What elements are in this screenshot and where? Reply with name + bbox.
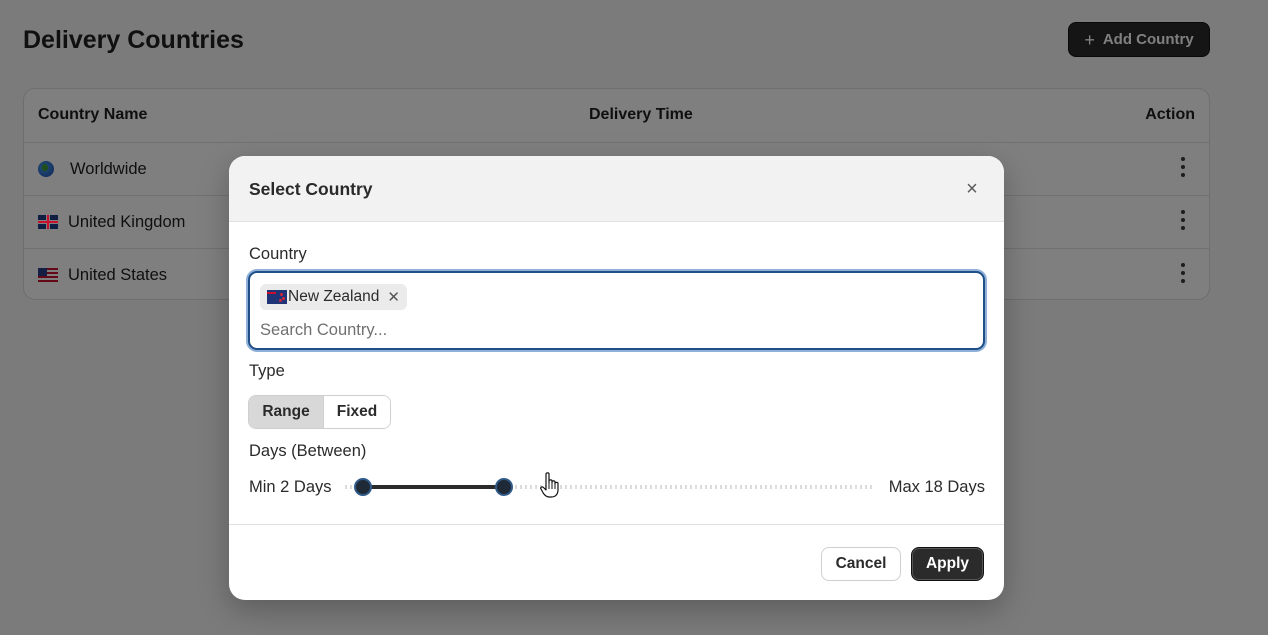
type-option-fixed[interactable]: Fixed — [324, 396, 390, 428]
cancel-button[interactable]: Cancel — [821, 547, 901, 581]
country-label: Country — [249, 245, 307, 263]
modal-footer: Cancel Apply — [229, 524, 1004, 600]
close-icon[interactable]: × — [963, 179, 981, 199]
modal-header: Select Country × — [229, 156, 1004, 222]
range-min-label: Min 2 Days — [249, 478, 332, 496]
type-option-range[interactable]: Range — [249, 396, 324, 428]
nz-flag-icon — [267, 290, 287, 304]
slider-fill — [362, 485, 504, 489]
slider-min-handle[interactable] — [353, 478, 372, 496]
hand-cursor-icon — [540, 472, 559, 498]
range-max-label: Max 18 Days — [888, 478, 985, 496]
slider-max-handle[interactable] — [495, 478, 513, 496]
modal-title: Select Country — [249, 179, 373, 199]
type-segmented-control: Range Fixed — [248, 395, 391, 429]
type-label: Type — [249, 362, 285, 380]
select-country-modal: Select Country × Country New Zealand ✕ T… — [229, 156, 1004, 600]
apply-button[interactable]: Apply — [911, 547, 984, 581]
chip-label: New Zealand — [288, 288, 380, 305]
days-label: Days (Between) — [249, 442, 367, 460]
days-range-slider: Min 2 Days Max 18 Days — [249, 476, 985, 498]
chip-remove-icon[interactable]: ✕ — [387, 288, 400, 306]
country-multiselect[interactable]: New Zealand ✕ — [248, 271, 985, 350]
search-country-input[interactable] — [260, 319, 860, 341]
selected-country-chip: New Zealand ✕ — [260, 284, 407, 310]
slider-track[interactable] — [345, 478, 875, 496]
